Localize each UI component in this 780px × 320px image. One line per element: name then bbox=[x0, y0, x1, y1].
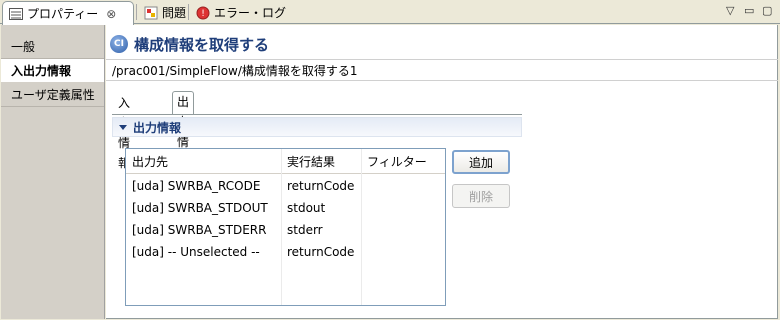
cell-destination: [uda] SWRBA_RCODE bbox=[132, 179, 261, 193]
cell-result: returnCode bbox=[287, 179, 355, 193]
subtab-divider bbox=[112, 114, 522, 115]
output-section-header[interactable]: 出力情報 bbox=[112, 117, 522, 137]
table-row[interactable]: [uda] -- Unselected -- returnCode bbox=[126, 241, 445, 263]
table-row[interactable]: [uda] SWRBA_STDOUT stdout bbox=[126, 197, 445, 219]
section-title: 出力情報 bbox=[133, 120, 182, 135]
output-table: 出力先 実行結果 フィルター [uda] SWRBA_RCODE returnC… bbox=[125, 148, 446, 306]
chevron-down-icon[interactable] bbox=[119, 124, 127, 130]
cell-destination: [uda] SWRBA_STDOUT bbox=[132, 201, 268, 215]
property-content: CI 構成情報を取得する /prac001/SimpleFlow/構成情報を取得… bbox=[106, 25, 778, 319]
add-button[interactable]: 追加 bbox=[452, 150, 510, 174]
minimize-icon[interactable]: ▭ bbox=[744, 4, 754, 17]
category-general[interactable]: 一般 bbox=[1, 35, 104, 59]
column-header-destination[interactable]: 出力先 bbox=[126, 153, 281, 173]
tab-separator bbox=[188, 4, 189, 20]
property-category-panel: 一般 入出力情報 ユーザ定義属性 bbox=[1, 25, 105, 319]
panel-spacer bbox=[1, 25, 104, 35]
delete-button[interactable]: 削除 bbox=[452, 184, 510, 208]
table-row[interactable]: [uda] SWRBA_STDERR stderr bbox=[126, 219, 445, 241]
element-path: /prac001/SimpleFlow/構成情報を取得する1 bbox=[106, 59, 778, 81]
properties-icon bbox=[9, 7, 23, 21]
header-divider bbox=[126, 173, 445, 174]
view-tab-bar: プロパティー ⊗ 問題 ! エラー・ログ ▽ ▭ ▢ bbox=[0, 0, 780, 25]
tab-problems[interactable]: 問題 bbox=[138, 1, 192, 24]
cell-result: stderr bbox=[287, 223, 323, 237]
table-row[interactable]: [uda] SWRBA_RCODE returnCode bbox=[126, 175, 445, 197]
column-header-result[interactable]: 実行結果 bbox=[281, 153, 361, 173]
page-header: CI 構成情報を取得する bbox=[106, 31, 269, 57]
close-icon[interactable]: ⊗ bbox=[106, 7, 116, 21]
category-io-info[interactable]: 入出力情報 bbox=[1, 59, 104, 83]
cell-result: returnCode bbox=[287, 245, 355, 259]
cell-destination: [uda] SWRBA_STDERR bbox=[132, 223, 267, 237]
svg-text:!: ! bbox=[201, 9, 205, 19]
tab-input-info[interactable]: 入力情報 bbox=[114, 93, 134, 170]
tab-separator bbox=[136, 4, 137, 20]
tab-output-info[interactable]: 出力情報 bbox=[172, 91, 195, 169]
tab-error-log[interactable]: ! エラー・ログ bbox=[190, 1, 292, 24]
cell-destination: [uda] -- Unselected -- bbox=[132, 245, 260, 259]
column-header-filter[interactable]: フィルター bbox=[361, 153, 446, 173]
ci-icon: CI bbox=[110, 35, 128, 53]
tab-error-log-label: エラー・ログ bbox=[214, 6, 287, 20]
view-menu-icon[interactable]: ▽ bbox=[726, 4, 734, 17]
tab-properties-label: プロパティー bbox=[27, 7, 99, 21]
category-user-attributes[interactable]: ユーザ定義属性 bbox=[1, 83, 104, 107]
tab-properties[interactable]: プロパティー ⊗ bbox=[2, 1, 134, 25]
problems-icon bbox=[144, 6, 158, 20]
page-title: 構成情報を取得する bbox=[134, 35, 270, 54]
tab-problems-label: 問題 bbox=[162, 6, 187, 20]
cell-result: stdout bbox=[287, 201, 326, 215]
error-log-icon: ! bbox=[196, 6, 210, 20]
maximize-icon[interactable]: ▢ bbox=[762, 4, 772, 17]
